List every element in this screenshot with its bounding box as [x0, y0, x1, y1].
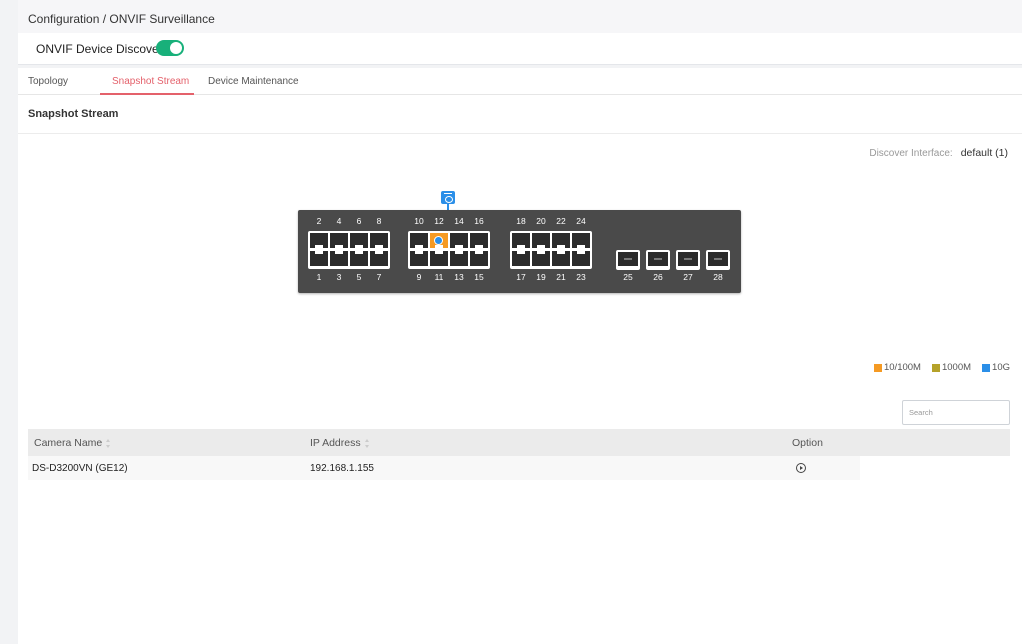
legend-label: 10/100M	[883, 362, 921, 373]
table-header: Camera Name IP Address Option	[28, 429, 1010, 456]
port-21[interactable]	[552, 251, 570, 266]
breadcrumb: Configuration / ONVIF Surveillance	[28, 12, 215, 26]
legend-item: 10/100M	[873, 362, 921, 373]
port-number: 15	[474, 272, 484, 282]
discovery-toggle[interactable]	[156, 40, 184, 56]
breadcrumb-bar: Configuration / ONVIF Surveillance	[18, 0, 1022, 33]
sfp-port-26[interactable]	[646, 250, 670, 270]
legend-swatch	[931, 363, 940, 372]
port-number: 18	[516, 216, 526, 226]
legend-label: 1000M	[941, 362, 972, 373]
port-14[interactable]	[450, 233, 468, 248]
switch-panel: 2 1 4 3 6 5 8 7 10 9 12 11 14 13 16 15 18 17 20 19 22 21 24 23 2…	[298, 210, 741, 293]
port-number: 8	[376, 216, 382, 226]
column-header-ip-address[interactable]: IP Address	[310, 437, 370, 449]
port-number: 19	[536, 272, 546, 282]
port-number: 24	[576, 216, 586, 226]
port-22[interactable]	[552, 233, 570, 248]
ip-address-cell: 192.168.1.155	[310, 463, 374, 474]
port-4[interactable]	[330, 233, 348, 248]
discovery-card: ONVIF Device Discovery	[18, 33, 1022, 65]
tab-device-maintenance[interactable]: Device Maintenance	[208, 76, 299, 87]
port-number: 2	[316, 216, 322, 226]
port-number: 21	[556, 272, 566, 282]
tab-bar: Topology Snapshot Stream Device Maintena…	[18, 68, 1022, 95]
port-17[interactable]	[512, 251, 530, 266]
port-number: 17	[516, 272, 526, 282]
port-15[interactable]	[470, 251, 488, 266]
legend-swatch	[873, 363, 882, 372]
legend-label: 10G	[992, 362, 1010, 373]
port-7[interactable]	[370, 251, 388, 266]
legend-item: 1000M	[931, 362, 972, 373]
column-header-camera-name[interactable]: Camera Name	[34, 437, 111, 449]
port-16[interactable]	[470, 233, 488, 248]
port-number: 22	[556, 216, 566, 226]
toggle-knob	[170, 42, 182, 54]
port-number: 9	[416, 272, 422, 282]
port-1[interactable]	[310, 251, 328, 266]
sort-icon[interactable]	[106, 438, 111, 448]
sfp-port-28[interactable]	[706, 250, 730, 270]
discover-interface: Discover Interface: default (1)	[869, 147, 1008, 159]
port-13[interactable]	[450, 251, 468, 266]
port-number: 5	[356, 272, 362, 282]
port-23[interactable]	[572, 251, 590, 266]
discover-interface-value[interactable]: default (1)	[961, 147, 1008, 159]
port-number: 13	[454, 272, 464, 282]
port-3[interactable]	[330, 251, 348, 266]
port-number: 6	[356, 216, 362, 226]
port-11[interactable]	[430, 251, 448, 266]
camera-link-dot	[434, 236, 443, 245]
port-number: 28	[713, 272, 723, 282]
discovery-label: ONVIF Device Discovery	[36, 42, 169, 56]
discover-interface-label: Discover Interface:	[869, 148, 953, 159]
port-number: 23	[576, 272, 586, 282]
main-panel: Snapshot Stream Discover Interface: defau…	[18, 95, 1022, 644]
port-number: 16	[474, 216, 484, 226]
port-10[interactable]	[410, 233, 428, 248]
port-19[interactable]	[532, 251, 550, 266]
port-18[interactable]	[512, 233, 530, 248]
section-title: Snapshot Stream	[28, 108, 119, 120]
port-number: 7	[376, 272, 382, 282]
play-icon[interactable]	[796, 463, 806, 473]
port-number: 12	[434, 216, 444, 226]
port-number: 3	[336, 272, 342, 282]
port-number: 4	[336, 216, 342, 226]
port-number: 10	[414, 216, 424, 226]
port-number: 26	[653, 272, 663, 282]
tab-topology[interactable]: Topology	[28, 76, 68, 87]
sfp-port-27[interactable]	[676, 250, 700, 270]
legend-swatch	[982, 363, 991, 372]
port-12[interactable]	[430, 233, 448, 248]
port-2[interactable]	[310, 233, 328, 248]
port-5[interactable]	[350, 251, 368, 266]
port-8[interactable]	[370, 233, 388, 248]
port-number: 11	[434, 272, 444, 282]
port-9[interactable]	[410, 251, 428, 266]
legend-item: 10G	[982, 362, 1010, 373]
column-header-option: Option	[792, 437, 823, 449]
search-input[interactable]: Search	[902, 400, 1010, 425]
table-row[interactable]: DS-D3200VN (GE12) 192.168.1.155	[28, 456, 860, 480]
port-24[interactable]	[572, 233, 590, 248]
port-number: 27	[683, 272, 693, 282]
port-number: 1	[316, 272, 322, 282]
port-number: 25	[623, 272, 633, 282]
port-6[interactable]	[350, 233, 368, 248]
divider	[18, 133, 1022, 134]
speed-legend: 10/100M 1000M 10G	[873, 362, 1010, 373]
camera-icon[interactable]	[441, 191, 455, 204]
port-number: 14	[454, 216, 464, 226]
sfp-port-25[interactable]	[616, 250, 640, 270]
camera-name-cell: DS-D3200VN (GE12)	[32, 463, 128, 474]
port-number: 20	[536, 216, 546, 226]
tab-snapshot-stream[interactable]: Snapshot Stream	[112, 76, 189, 87]
port-20[interactable]	[532, 233, 550, 248]
sort-icon[interactable]	[364, 438, 370, 448]
